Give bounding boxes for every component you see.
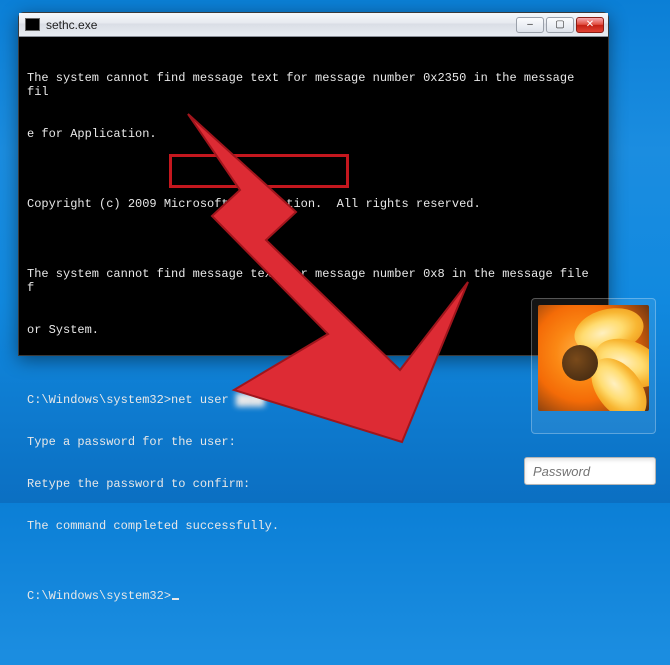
console-line: Copyright (c) 2009 Microsoft Corporation… xyxy=(27,197,600,211)
window-controls: – ▢ ✕ xyxy=(516,17,604,33)
prompt-line: C:\Windows\system32> xyxy=(27,589,600,603)
prompt: C:\Windows\system32> xyxy=(27,589,171,603)
command-tail: * xyxy=(265,393,279,407)
titlebar[interactable]: sethc.exe – ▢ ✕ xyxy=(19,13,608,37)
console-line: The system cannot find message text for … xyxy=(27,71,600,99)
console-line: Retype the password to confirm: xyxy=(27,477,600,491)
cmd-icon xyxy=(25,18,40,31)
cursor-icon xyxy=(172,598,179,600)
command-line: C:\Windows\system32>net user ████ * xyxy=(27,393,600,407)
close-button[interactable]: ✕ xyxy=(576,17,604,33)
password-input[interactable] xyxy=(533,464,647,479)
flower-center-icon xyxy=(562,345,598,381)
console-line: The command completed successfully. xyxy=(27,519,600,533)
minimize-button[interactable]: – xyxy=(516,17,544,33)
user-login-tile[interactable] xyxy=(531,298,656,434)
command-highlight xyxy=(169,154,349,188)
maximize-button[interactable]: ▢ xyxy=(546,17,574,33)
password-input-wrap[interactable] xyxy=(524,457,656,485)
console-line: Type a password for the user: xyxy=(27,435,600,449)
avatar xyxy=(538,305,649,411)
console-line: or System. xyxy=(27,323,600,337)
redacted-username: ████ xyxy=(236,393,265,407)
window-title: sethc.exe xyxy=(46,18,516,32)
console-body[interactable]: The system cannot find message text for … xyxy=(19,37,608,665)
prompt: C:\Windows\system32> xyxy=(27,393,171,407)
command-text: net user xyxy=(171,393,236,407)
console-line: The system cannot find message text for … xyxy=(27,267,600,295)
console-line: e for Application. xyxy=(27,127,600,141)
console-window: sethc.exe – ▢ ✕ The system cannot find m… xyxy=(18,12,609,356)
